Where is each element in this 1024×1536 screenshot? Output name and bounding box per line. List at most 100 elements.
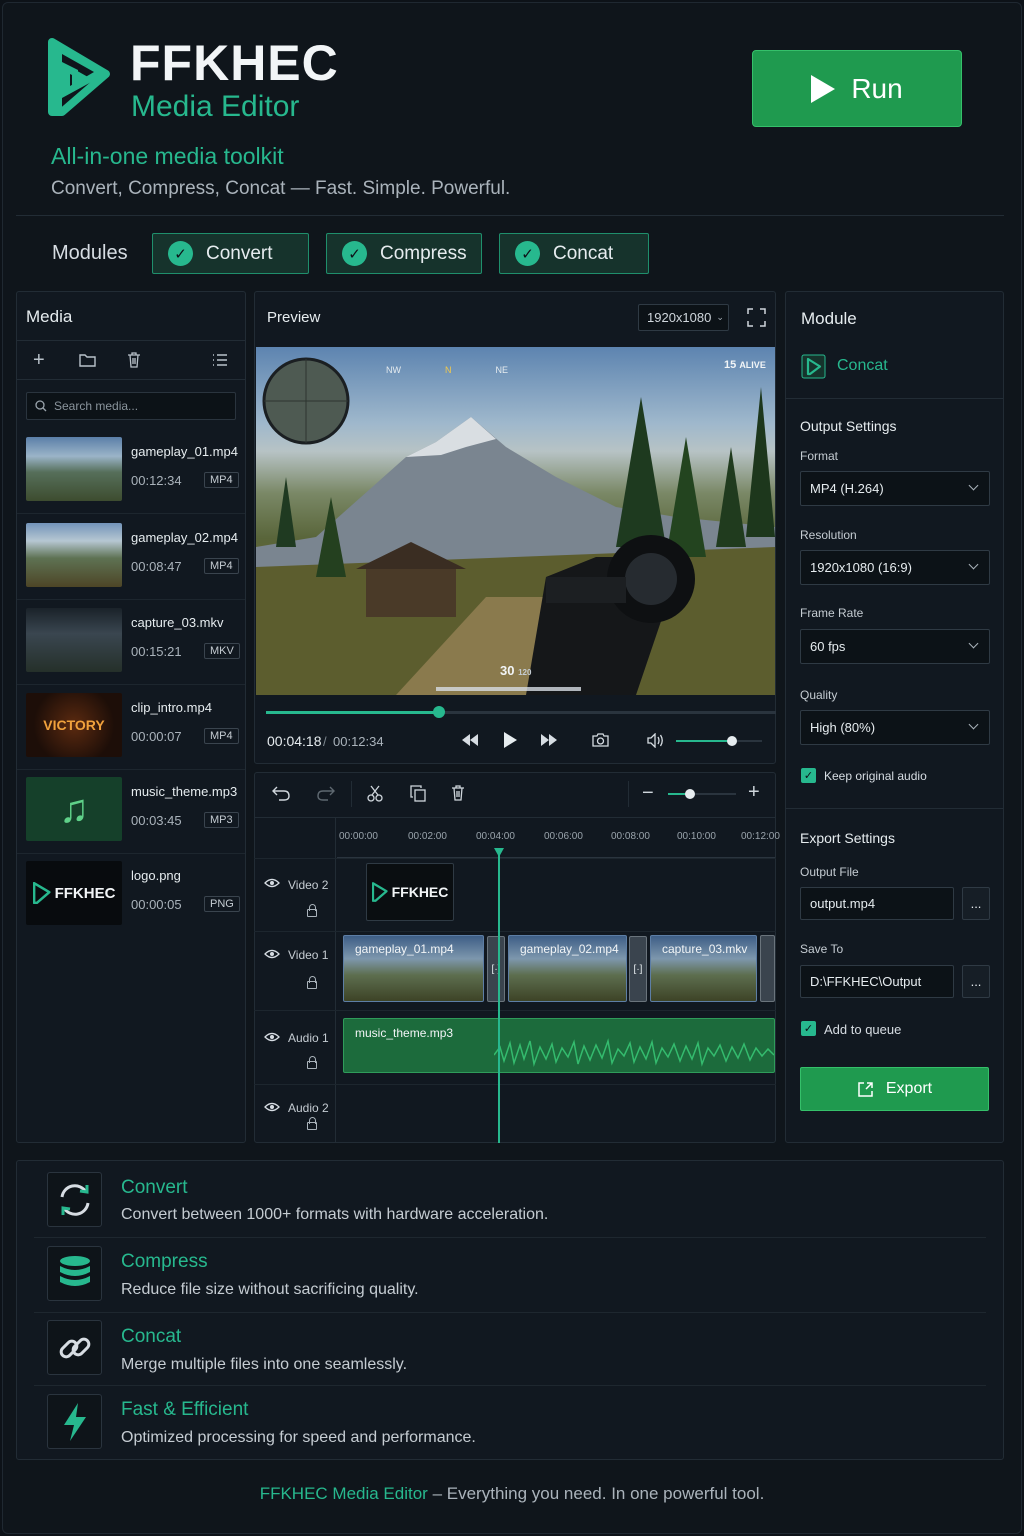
resolution-value: 1920x1080 (16:9) — [810, 560, 912, 575]
quality-select[interactable]: High (80%) — [800, 710, 990, 745]
add-to-queue-checkbox[interactable]: ✓ — [801, 1021, 816, 1036]
copy-icon[interactable] — [410, 785, 426, 802]
track-divider — [254, 1010, 776, 1011]
chevron-down-icon — [968, 719, 979, 730]
resolution-select[interactable]: 1920x1080 (16:9) — [800, 550, 990, 585]
search-input[interactable] — [54, 399, 224, 413]
transition-marker[interactable]: [·] — [487, 936, 505, 1002]
logo-clip-text: FFKHEC — [391, 884, 449, 900]
transition-marker[interactable]: [·] — [629, 936, 647, 1002]
zoom-out-icon[interactable]: − — [642, 782, 654, 805]
media-item[interactable]: ♫ music_theme.mp3 00:03:45 MP3 — [17, 770, 245, 854]
media-search[interactable] — [26, 392, 236, 420]
rewind-icon[interactable] — [462, 734, 478, 746]
media-item[interactable]: VICTORY clip_intro.mp4 00:00:07 MP4 — [17, 686, 245, 770]
eye-icon[interactable] — [264, 1032, 280, 1042]
feature-title: Compress — [121, 1251, 208, 1272]
feature-divider — [34, 1237, 986, 1238]
ruler-tick: 00:08:00 — [611, 831, 650, 842]
video-clip-edge[interactable] — [760, 935, 775, 1002]
volume-handle[interactable] — [726, 736, 737, 746]
feature-desc: Convert between 1000+ formats with hardw… — [121, 1206, 549, 1223]
module-chip-compress[interactable]: ✓ Compress — [326, 233, 482, 274]
media-item[interactable]: gameplay_01.mp4 00:12:34 MP4 — [17, 430, 245, 514]
track-label-audio-1: Audio 1 — [288, 1031, 329, 1045]
playhead-handle[interactable] — [494, 848, 504, 857]
run-label: Run — [851, 72, 903, 104]
play-icon[interactable] — [504, 732, 517, 748]
run-button[interactable]: Run — [752, 50, 962, 127]
preview-resolution-select[interactable]: 1920x1080 ⌄ — [638, 304, 729, 331]
video-clip[interactable]: capture_03.mkv — [650, 935, 757, 1002]
lock-icon[interactable] — [307, 1117, 317, 1130]
chevron-down-icon — [968, 480, 979, 491]
export-button[interactable]: Export — [800, 1067, 989, 1111]
redo-icon[interactable] — [317, 786, 335, 801]
output-file-browse-button[interactable]: ... — [962, 887, 990, 920]
lock-icon[interactable] — [307, 904, 317, 917]
media-item-duration: 00:03:45 — [131, 813, 182, 828]
chevron-down-icon: ⌄ — [716, 312, 724, 322]
eye-icon[interactable] — [264, 1102, 280, 1112]
compass-ne: NE — [495, 365, 509, 375]
undo-icon[interactable] — [272, 786, 290, 801]
time-separator: / — [323, 734, 327, 749]
fast-forward-icon[interactable] — [541, 734, 557, 746]
media-item[interactable]: capture_03.mkv 00:15:21 MKV — [17, 601, 245, 685]
compass-nw: NW — [386, 365, 401, 375]
video-thumbnail — [26, 523, 122, 587]
trash-icon[interactable] — [127, 352, 141, 368]
video-clip[interactable]: gameplay_02.mp4 — [508, 935, 627, 1002]
media-item-type-badge: PNG — [204, 896, 240, 912]
eye-icon[interactable] — [264, 878, 280, 888]
audio-waveform — [494, 1038, 774, 1067]
lock-icon[interactable] — [307, 976, 317, 989]
save-to-browse-button[interactable]: ... — [962, 965, 990, 998]
ammo-counter: 30 120 — [500, 663, 531, 678]
zoom-in-icon[interactable]: + — [748, 781, 760, 804]
video-thumbnail — [26, 608, 122, 672]
section-divider — [786, 808, 1003, 809]
refresh-icon — [60, 1183, 89, 1216]
search-icon — [35, 400, 47, 412]
feature-title: Convert — [121, 1177, 188, 1198]
fullscreen-icon[interactable] — [747, 308, 766, 327]
video-frame[interactable]: NW N NE 15 ALIVE 30 120 — [256, 347, 775, 695]
add-icon[interactable]: + — [33, 349, 45, 372]
save-to-label: Save To — [800, 942, 844, 956]
cut-icon[interactable] — [367, 785, 383, 802]
save-to-input[interactable] — [800, 965, 954, 998]
compass-n: N — [445, 365, 452, 375]
track-header-column — [254, 818, 336, 1143]
camera-icon[interactable] — [592, 733, 609, 747]
footer-brand: FFKHEC Media Editor — [259, 1484, 428, 1503]
app-title: FFKHEC — [130, 35, 339, 91]
video-clip[interactable]: gameplay_01.mp4 — [343, 935, 484, 1002]
module-chip-concat[interactable]: ✓ Concat — [499, 233, 649, 274]
audio-clip[interactable]: music_theme.mp3 — [343, 1018, 775, 1073]
lock-icon[interactable] — [307, 1056, 317, 1069]
module-chip-convert[interactable]: ✓ Convert — [152, 233, 309, 274]
track-divider — [254, 858, 776, 859]
tagline-sub: Convert, Compress, Concat — Fast. Simple… — [51, 178, 511, 199]
logo-clip[interactable]: FFKHEC — [366, 863, 454, 921]
list-view-icon[interactable] — [212, 354, 228, 366]
clip-label: capture_03.mkv — [662, 942, 748, 956]
format-select[interactable]: MP4 (H.264) — [800, 471, 990, 506]
header-divider — [16, 215, 1004, 216]
alive-counter: 15 ALIVE — [724, 359, 766, 371]
playhead[interactable] — [498, 850, 500, 1143]
folder-icon[interactable] — [79, 353, 96, 367]
eye-icon[interactable] — [264, 949, 280, 959]
frame-rate-select[interactable]: 60 fps — [800, 629, 990, 664]
modules-label: Modules — [52, 242, 128, 264]
trash-icon[interactable] — [451, 785, 465, 801]
keep-audio-label: Keep original audio — [824, 769, 927, 783]
media-item[interactable]: gameplay_02.mp4 00:08:47 MP4 — [17, 516, 245, 600]
media-item[interactable]: FFKHEC logo.png 00:00:05 PNG — [17, 854, 245, 938]
keep-audio-checkbox[interactable]: ✓ — [801, 768, 816, 783]
concat-feature-icon — [47, 1320, 102, 1375]
volume-icon[interactable] — [647, 733, 665, 748]
alive-label: ALIVE — [739, 360, 766, 370]
output-file-input[interactable] — [800, 887, 954, 920]
